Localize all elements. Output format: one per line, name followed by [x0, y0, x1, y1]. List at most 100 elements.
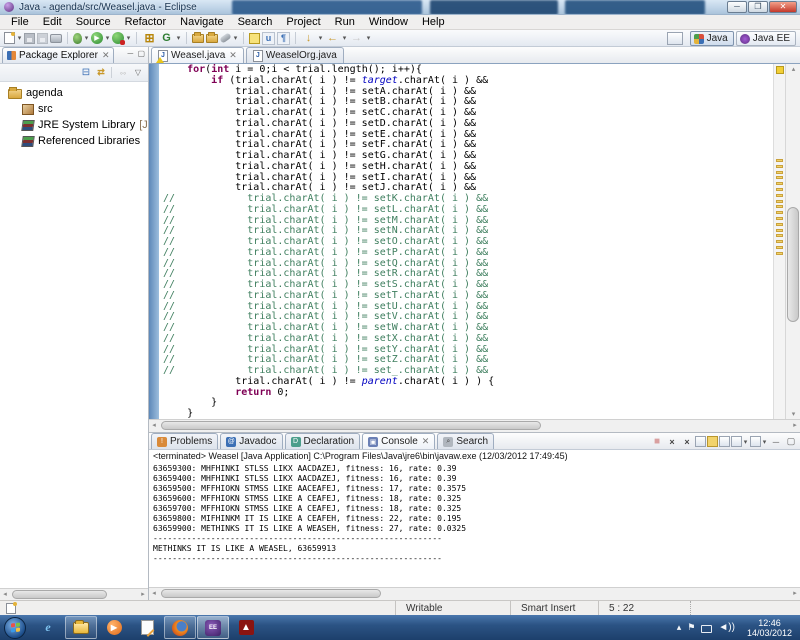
show-annotations-icon[interactable]: u	[262, 32, 275, 45]
warning-tick-icon[interactable]	[776, 223, 783, 226]
warning-tick-icon[interactable]	[776, 229, 783, 232]
chevron-down-icon[interactable]: ▾	[175, 34, 182, 42]
terminate-icon[interactable]: ■	[650, 435, 664, 448]
warning-tick-icon[interactable]	[776, 211, 783, 214]
menu-window[interactable]: Window	[362, 15, 415, 29]
code-line[interactable]: }	[163, 409, 773, 419]
menu-source[interactable]: Source	[69, 15, 118, 29]
show-hidden-icons-icon[interactable]: ▴	[677, 622, 682, 633]
menu-project[interactable]: Project	[279, 15, 327, 29]
run-icon[interactable]	[91, 32, 103, 44]
print-icon[interactable]	[50, 34, 62, 43]
chevron-down-icon[interactable]: ▾	[104, 34, 111, 42]
tab-search[interactable]: ⌕Search	[437, 433, 494, 449]
editor-overview-ruler[interactable]	[773, 64, 785, 419]
new-wizard-icon[interactable]	[4, 32, 15, 44]
view-minimize-maximize-icons[interactable]: ─ ▢	[128, 49, 146, 58]
perspective-java-button[interactable]: Java	[690, 31, 734, 46]
taskbar-media-player-button[interactable]	[98, 616, 130, 639]
chevron-down-icon[interactable]: ▾	[341, 34, 348, 42]
search-flashlight-icon[interactable]	[219, 32, 231, 43]
warning-tick-icon[interactable]	[776, 176, 783, 179]
clear-console-icon[interactable]	[695, 436, 706, 447]
menu-search[interactable]: Search	[231, 15, 280, 29]
editor-tab-weaselorg-java[interactable]: JWeaselOrg.java	[246, 47, 344, 63]
code-editor[interactable]: for(int i = 0;i < trial.length(); i++){ …	[149, 64, 800, 419]
warning-tick-icon[interactable]	[776, 200, 783, 203]
scroll-lock-icon[interactable]	[707, 436, 718, 447]
new-java-project-icon[interactable]: ⊞	[142, 31, 157, 45]
close-icon[interactable]: ✕	[229, 50, 237, 61]
console-horizontal-scrollbar[interactable]: ◂ ▸	[149, 587, 800, 600]
mark-occurrences-icon[interactable]	[249, 33, 260, 44]
scroll-right-icon[interactable]: ▸	[790, 589, 800, 599]
collapse-all-icon[interactable]: ⊟	[79, 66, 93, 79]
scroll-up-icon[interactable]: ▴	[786, 65, 800, 73]
warning-tick-icon[interactable]	[776, 234, 783, 237]
start-button[interactable]	[4, 617, 26, 639]
taskbar-eclipse-button[interactable]: EE	[197, 616, 229, 639]
tree-item-jre-system-library[interactable]: JRE System Library[JavaSE-1.6]	[0, 117, 148, 133]
chevron-down-icon[interactable]: ▾	[16, 34, 23, 42]
tab-console[interactable]: ▣Console✕	[362, 433, 435, 449]
scroll-left-icon[interactable]: ◂	[149, 589, 159, 599]
tree-item-agenda[interactable]: agenda	[0, 85, 148, 101]
network-icon[interactable]	[701, 625, 712, 633]
close-window-button[interactable]: ✕	[769, 1, 797, 13]
taskbar-firefox-button[interactable]	[164, 616, 196, 639]
minimize-icon[interactable]: ─	[769, 435, 783, 448]
perspective-javaee-button[interactable]: Java EE	[736, 31, 796, 46]
maximize-icon[interactable]: ▢	[784, 435, 798, 448]
editor-tab-weasel-java[interactable]: JWeasel.java✕	[151, 47, 244, 63]
open-perspective-icon[interactable]	[667, 32, 683, 45]
link-editor-icon[interactable]: ⇄	[94, 66, 108, 79]
debug-icon[interactable]	[73, 33, 82, 44]
chevron-down-icon[interactable]: ▾	[232, 34, 239, 42]
last-edit-icon[interactable]: ↓	[301, 31, 316, 45]
code-line[interactable]: return 0;	[163, 388, 773, 399]
display-console-icon[interactable]	[731, 436, 742, 447]
scroll-down-icon[interactable]: ▾	[786, 410, 800, 418]
chevron-down-icon[interactable]: ▾	[125, 34, 132, 42]
volume-icon[interactable]: ◄))	[718, 622, 735, 633]
sidebar-horizontal-scrollbar[interactable]: ◂ ▸	[0, 588, 148, 600]
scroll-left-icon[interactable]: ◂	[149, 421, 159, 431]
chevron-down-icon[interactable]: ▾	[317, 34, 324, 42]
menu-refactor[interactable]: Refactor	[118, 15, 174, 29]
warning-tick-icon[interactable]	[776, 171, 783, 174]
editor-annotation-ruler[interactable]	[149, 64, 159, 419]
taskbar-notepad-button[interactable]	[131, 616, 163, 639]
chevron-down-icon[interactable]: ▾	[761, 438, 768, 446]
warning-tick-icon[interactable]	[776, 252, 783, 255]
menu-run[interactable]: Run	[328, 15, 362, 29]
menu-navigate[interactable]: Navigate	[173, 15, 230, 29]
open-folder-icon[interactable]	[192, 34, 204, 43]
restore-window-button[interactable]: ❐	[748, 1, 768, 13]
open-dir-icon[interactable]	[206, 34, 218, 43]
menu-file[interactable]: File	[4, 15, 36, 29]
console-output[interactable]: 63659300: MHFHINKI STLSS LIKX AACDAZEJ, …	[149, 464, 800, 587]
code-line[interactable]: }	[163, 398, 773, 409]
remove-all-icon[interactable]: ×	[680, 435, 694, 448]
warning-tick-icon[interactable]	[776, 182, 783, 185]
run-history-icon[interactable]	[112, 32, 124, 44]
tab-problems[interactable]: !Problems	[151, 433, 218, 449]
warning-tick-icon[interactable]	[776, 217, 783, 220]
menu-help[interactable]: Help	[415, 15, 452, 29]
taskbar-clock[interactable]: 12:46 14/03/2012	[741, 618, 798, 638]
scroll-right-icon[interactable]: ▸	[138, 590, 148, 600]
toggle-mark-icon[interactable]: ¶	[277, 32, 290, 45]
warning-tick-icon[interactable]	[776, 194, 783, 197]
save-icon[interactable]	[24, 33, 35, 44]
warning-tick-icon[interactable]	[776, 159, 783, 162]
close-icon[interactable]: ✕	[102, 50, 110, 61]
warning-tick-icon[interactable]	[776, 165, 783, 168]
warning-tick-icon[interactable]	[776, 188, 783, 191]
view-menu-icon[interactable]: ▽	[131, 66, 145, 79]
editor-horizontal-scrollbar[interactable]: ◂ ▸	[149, 419, 800, 432]
close-icon[interactable]: ✕	[422, 436, 430, 447]
warning-tick-icon[interactable]	[776, 246, 783, 249]
editor-vertical-scrollbar[interactable]: ▴ ▾	[785, 64, 800, 419]
warning-tick-icon[interactable]	[776, 240, 783, 243]
pin-console-icon[interactable]	[719, 436, 730, 447]
